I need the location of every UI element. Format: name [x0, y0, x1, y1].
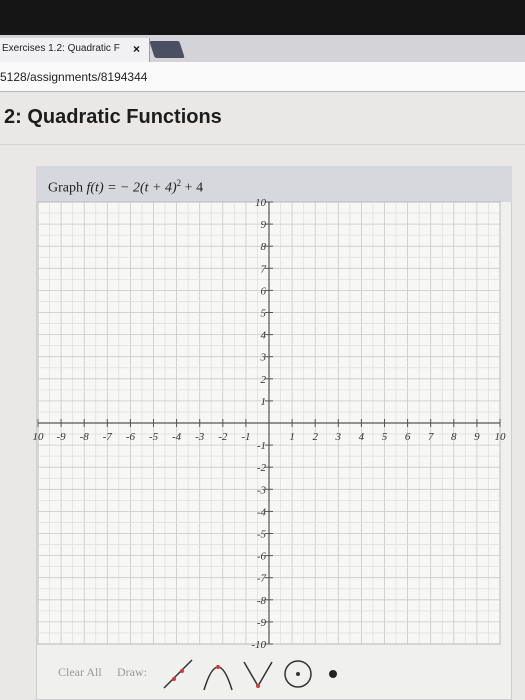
point-tool-icon[interactable]	[318, 658, 348, 688]
y-tick-label: 9	[261, 219, 267, 231]
y-tick-label: -2	[257, 462, 267, 474]
y-tick-label: -3	[257, 484, 267, 496]
y-tick-label: 10	[255, 197, 267, 209]
x-tick-label: 4	[359, 431, 365, 443]
y-tick-label: 1	[261, 396, 267, 408]
y-tick-label: -5	[257, 529, 267, 541]
x-tick-label: -3	[195, 431, 205, 443]
x-tick-label: -2	[218, 431, 228, 443]
x-tick-label: 7	[428, 431, 434, 443]
x-tick-label: 3	[335, 431, 342, 443]
circle-tool-icon[interactable]	[280, 656, 316, 692]
y-tick-label: 6	[261, 285, 267, 297]
y-tick-label: 3	[260, 352, 267, 364]
y-tick-label: 8	[261, 241, 267, 253]
y-tick-label: 4	[261, 330, 267, 342]
graph-toolbar: Clear All Draw:	[0, 648, 525, 700]
x-tick-label: -1	[241, 431, 250, 443]
absolute-value-tool-icon[interactable]	[240, 656, 276, 692]
y-tick-label: -7	[257, 573, 267, 585]
x-tick-label: 1	[289, 431, 295, 443]
x-tick-label: 5	[382, 431, 388, 443]
parabola-tool-icon[interactable]	[200, 654, 236, 694]
y-tick-label: -6	[257, 551, 267, 563]
y-tick-label: 5	[261, 308, 267, 320]
x-tick-label: 9	[474, 431, 480, 443]
graph-plot-area[interactable]: 10 -9 -8 -7 -6 -5 -4 -3 -2 -1 1 2 3 4 5 6 7 8 9 10 10 9 8 7 6 5 4 3…	[0, 0, 525, 700]
y-tick-label: -4	[257, 506, 267, 518]
y-tick-label: 7	[261, 263, 267, 275]
clear-all-button[interactable]: Clear All	[58, 665, 102, 680]
line-tool-icon[interactable]	[158, 654, 198, 694]
y-tick-label: -8	[257, 595, 267, 607]
x-tick-label: 8	[451, 431, 457, 443]
x-tick-label: -9	[57, 431, 67, 443]
y-tick-label: -1	[257, 440, 266, 452]
x-tick-label: 10	[495, 431, 507, 443]
y-tick-label: -9	[257, 617, 267, 629]
x-tick-label: 6	[405, 431, 411, 443]
x-tick-label: -6	[126, 431, 136, 443]
x-tick-label: -7	[103, 431, 113, 443]
x-tick-label: -5	[149, 431, 159, 443]
x-tick-label: -4	[172, 431, 182, 443]
x-tick-label: 10	[33, 431, 45, 443]
x-tick-label: 2	[312, 431, 318, 443]
x-tick-label: -8	[80, 431, 90, 443]
draw-label: Draw:	[117, 665, 147, 679]
y-tick-label: 2	[261, 374, 267, 386]
